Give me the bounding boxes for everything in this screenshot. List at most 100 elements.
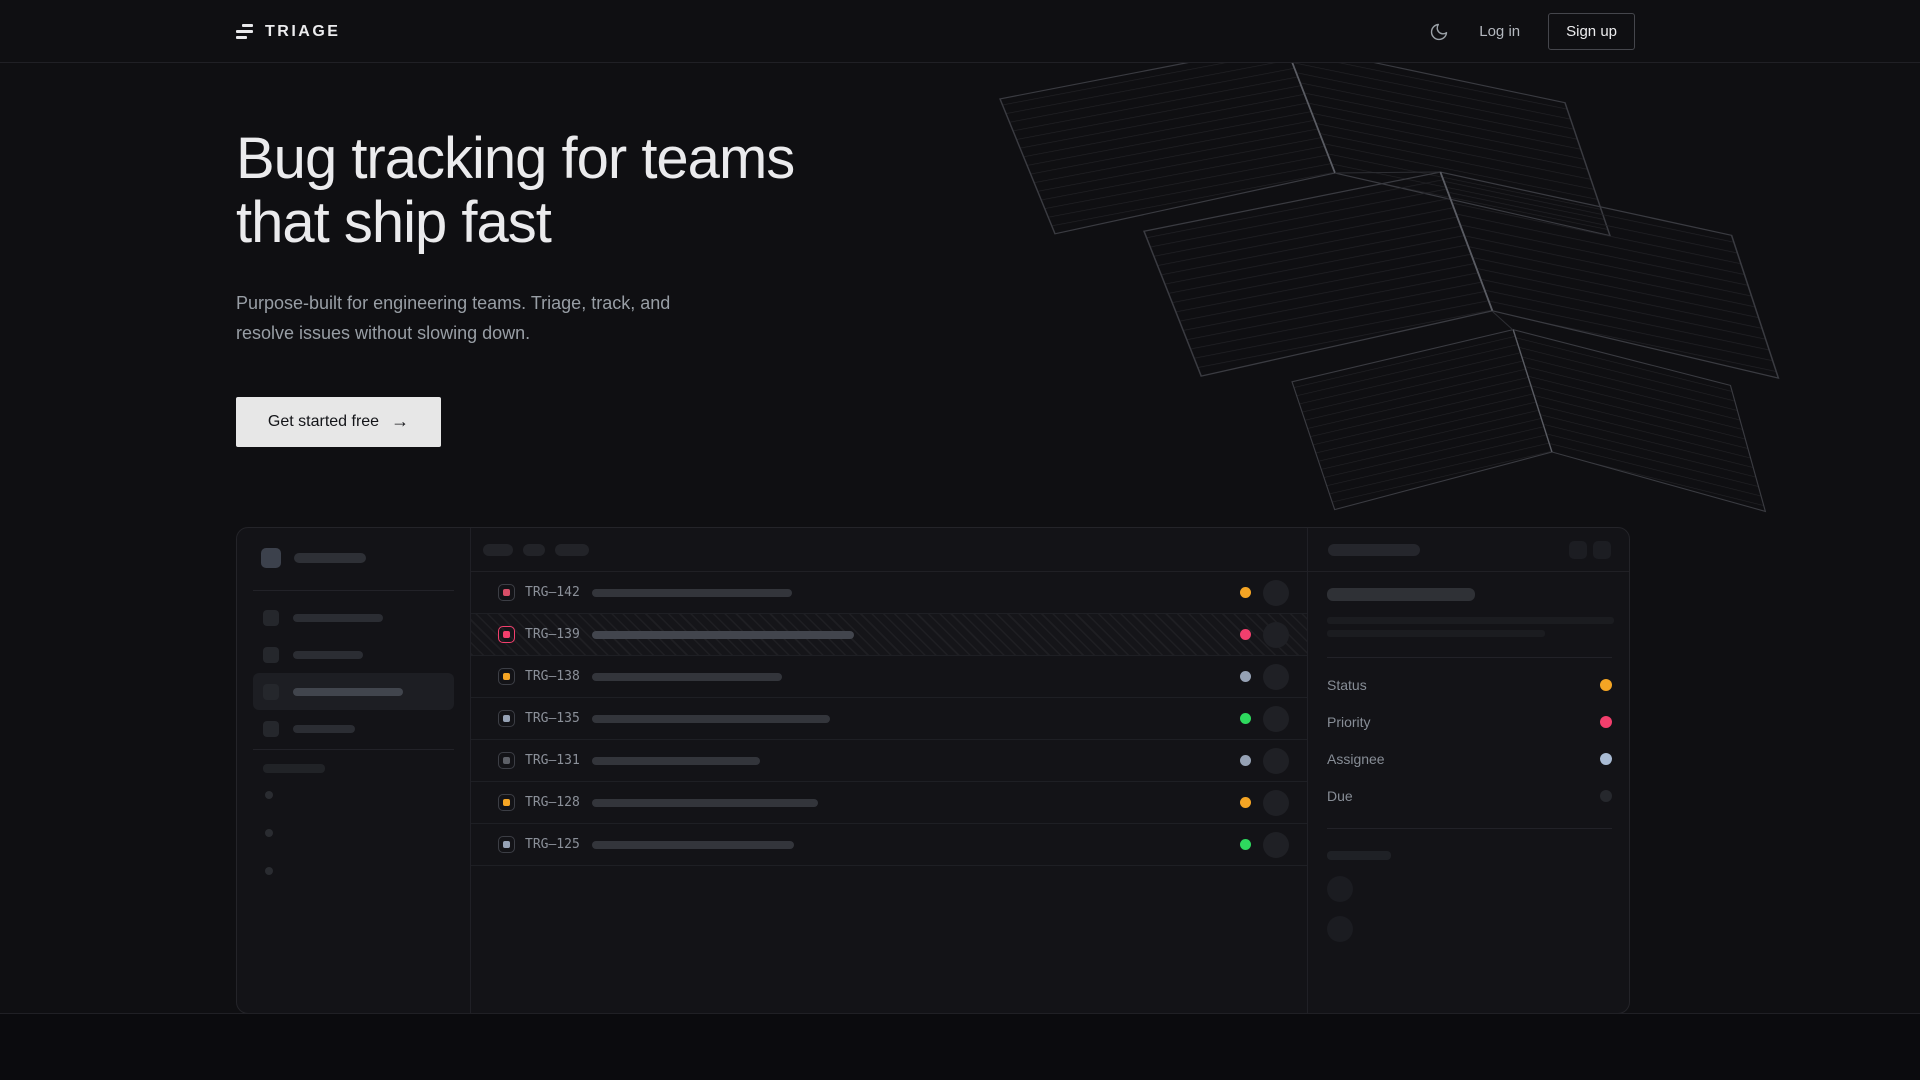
status-dot [1240, 587, 1251, 598]
sidebar-item [237, 599, 470, 636]
meta-dot [1600, 753, 1612, 765]
status-dot [1240, 839, 1251, 850]
meta-dot [1600, 790, 1612, 802]
issue-id: TRG–128 [525, 795, 592, 810]
detail-header-pill [1328, 544, 1420, 556]
issue-row-right [1240, 790, 1289, 816]
sidebar-dot [265, 791, 273, 799]
issue-list: TRG–142 TRG–139 TRG–138 TRG–135 TRG– [471, 572, 1307, 866]
skeleton-pill [293, 614, 383, 622]
login-link[interactable]: Log in [1479, 23, 1520, 40]
page-footer [0, 1013, 1920, 1080]
hero-section: Bug tracking for teamsthat ship fast Pur… [236, 127, 794, 447]
skeleton-bar [592, 715, 830, 723]
meta-dot [1600, 679, 1612, 691]
issue-row-right [1240, 664, 1289, 690]
preview-issue-panel: TRG–142 TRG–139 TRG–138 TRG–135 TRG– [471, 528, 1307, 1013]
detail-line-1 [1327, 617, 1614, 624]
filter-chip-skeleton [483, 544, 513, 556]
sidebar-dot [265, 829, 273, 837]
issue-id: TRG–142 [525, 585, 592, 600]
brand-name: TRIAGE [265, 23, 340, 41]
get-started-label: Get started free [268, 413, 379, 431]
preview-detail-panel: Status Priority Assignee Due [1307, 528, 1630, 1013]
skeleton-bar [592, 841, 794, 849]
preview-sidebar [237, 528, 471, 1013]
issue-row: TRG–138 [471, 656, 1307, 698]
detail-title-pill [1327, 588, 1475, 601]
sidebar-item-icon [263, 684, 279, 700]
avatar [1327, 916, 1353, 942]
triage-logo-icon [236, 24, 253, 39]
avatar [1263, 580, 1289, 606]
issue-type-icon [498, 752, 515, 769]
meta-label: Status [1327, 677, 1367, 693]
skeleton-pill [293, 725, 355, 733]
brand: TRIAGE [236, 0, 340, 63]
hero-title-line1: Bug tracking for teams [236, 126, 794, 191]
skeleton-bar [592, 799, 818, 807]
sidebar-item-icon [263, 610, 279, 626]
detail-divider [1327, 657, 1612, 658]
skeleton-pill [293, 651, 363, 659]
detail-action-icon [1569, 541, 1587, 559]
issue-id: TRG–131 [525, 753, 592, 768]
workspace-icon [261, 548, 281, 568]
sidebar-section-pill [263, 764, 325, 773]
detail-header [1308, 528, 1630, 572]
avatar [1263, 748, 1289, 774]
sidebar-item-icon [263, 647, 279, 663]
detail-meta-list: Status Priority Assignee Due [1327, 666, 1612, 814]
hero-subtitle-line1: Purpose-built for engineering teams. Tri… [236, 293, 670, 313]
skeleton-bar [592, 631, 854, 639]
nav-actions: Log in Sign up [1429, 0, 1635, 63]
sidebar-item [237, 710, 470, 747]
issue-id: TRG–125 [525, 837, 592, 852]
filter-chip-skeleton [523, 544, 545, 556]
get-started-button[interactable]: Get started free → [236, 397, 441, 447]
theme-toggle-moon-icon[interactable] [1429, 21, 1451, 43]
avatar [1263, 790, 1289, 816]
issue-row: TRG–125 [471, 824, 1307, 866]
issue-row-right [1240, 832, 1289, 858]
skeleton-bar [592, 673, 782, 681]
issue-row: TRG–131 [471, 740, 1307, 782]
detail-action-icon [1593, 541, 1611, 559]
issue-id: TRG–135 [525, 711, 592, 726]
avatar [1263, 832, 1289, 858]
sidebar-item [237, 636, 470, 673]
meta-label: Priority [1327, 714, 1371, 730]
hero-subtitle-line2: resolve issues without slowing down. [236, 323, 530, 343]
detail-line-2 [1327, 630, 1545, 637]
workspace-row [237, 528, 470, 590]
signup-button[interactable]: Sign up [1548, 13, 1635, 50]
sidebar-dot-list [265, 791, 470, 875]
issue-type-icon [498, 794, 515, 811]
meta-label: Due [1327, 788, 1353, 804]
top-nav: TRIAGE Log in Sign up [0, 0, 1920, 63]
issue-type-icon [498, 668, 515, 685]
meta-row: Status [1327, 666, 1612, 703]
sidebar-dot [265, 867, 273, 875]
status-dot [1240, 629, 1251, 640]
issue-row-right [1240, 622, 1289, 648]
issue-row-right [1240, 748, 1289, 774]
detail-divider [1327, 828, 1612, 829]
skeleton-bar [592, 757, 760, 765]
sidebar-item [253, 673, 454, 710]
avatar [1327, 876, 1353, 902]
issue-id: TRG–138 [525, 669, 592, 684]
status-dot [1240, 671, 1251, 682]
skeleton-bar [592, 589, 792, 597]
issue-type-icon [498, 584, 515, 601]
avatar [1263, 622, 1289, 648]
issue-row-right [1240, 580, 1289, 606]
preview-sidebar-nav [237, 591, 470, 747]
issue-row: TRG–135 [471, 698, 1307, 740]
detail-footer-pill [1327, 851, 1391, 860]
meta-dot [1600, 716, 1612, 728]
issue-type-icon [498, 626, 515, 643]
hero-title-line2: that ship fast [236, 190, 551, 255]
arrow-right-icon: → [391, 411, 409, 432]
issue-type-icon [498, 710, 515, 727]
